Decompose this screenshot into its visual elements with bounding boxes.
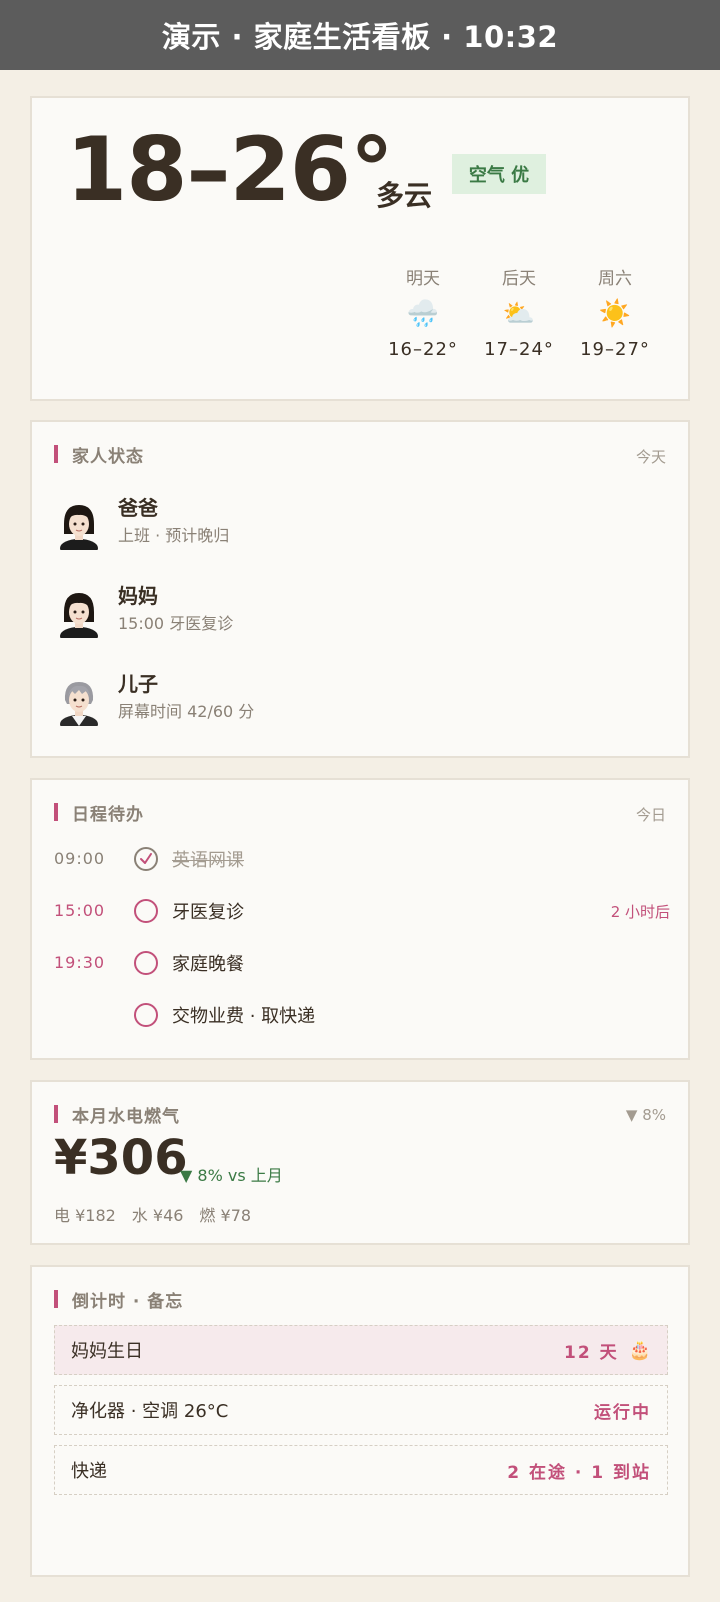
task-item[interactable]: 15:00 牙医复诊 2 小时后 — [54, 897, 670, 927]
family-member-son[interactable]: 儿子 屏幕时间 42/60 分 — [54, 668, 654, 738]
avatar — [60, 505, 98, 550]
temperature-range: 18–26° — [66, 118, 394, 221]
section-header: 本月水电燃气 — [54, 1104, 180, 1127]
avatar — [60, 593, 98, 638]
task-checkbox[interactable] — [134, 847, 158, 871]
forecast-day: 周六 ☀️ 19–27° — [570, 264, 660, 360]
member-status: 15:00 牙医复诊 — [118, 614, 234, 633]
member-name: 爸爸 — [118, 496, 158, 520]
accent-bar — [54, 1290, 58, 1308]
section-header: 倒计时 · 备忘 — [54, 1289, 184, 1312]
task-text: 交物业费 · 取快递 — [172, 1006, 316, 1027]
task-time: 19:30 — [54, 953, 106, 972]
countdown-label: 妈妈生日 — [71, 1341, 143, 1362]
section-header: 家人状态 — [54, 444, 144, 467]
forecast-day-label: 明天 — [406, 269, 440, 289]
countdown-value: 运行中 — [594, 1402, 651, 1423]
forecast-temp: 16–22° — [388, 339, 458, 360]
accent-bar — [54, 445, 58, 463]
section-title: 家人状态 — [72, 446, 144, 467]
utilities-total: ¥306 — [54, 1130, 188, 1186]
countdown-label: 快递 — [71, 1461, 107, 1482]
page-title: 演示 · 家庭生活看板 · 10:32 — [161, 20, 559, 54]
countdown-value: 2 在途 · 1 到站 — [507, 1462, 651, 1483]
member-status: 屏幕时间 42/60 分 — [118, 702, 255, 721]
accent-bar — [54, 803, 58, 821]
member-name: 儿子 — [118, 672, 158, 696]
section-date: 今日 — [635, 806, 666, 824]
task-text: 家庭晚餐 — [172, 954, 244, 975]
countdown-label: 净化器 · 空调 26°C — [71, 1401, 229, 1422]
partly-cloudy-icon: ⛅ — [502, 299, 536, 329]
family-member-dad[interactable]: 爸爸 上班 · 预计晚归 — [54, 492, 654, 562]
change-summary: ▼ 8% — [625, 1106, 666, 1124]
family-status-card: 家人状态 今天 爸爸 上班 · 预计晚归 妈妈 15:00 牙医复诊 儿子 屏幕… — [30, 420, 690, 758]
avatar — [60, 682, 98, 726]
accent-bar — [54, 1105, 58, 1123]
section-title: 本月水电燃气 — [72, 1106, 180, 1127]
countdown-row-delivery[interactable]: 快递 2 在途 · 1 到站 — [54, 1445, 668, 1495]
rain-cloud-icon: 🌧️ — [406, 299, 440, 329]
forecast-day: 后天 ⛅ 17–24° — [474, 264, 564, 360]
task-item[interactable]: 交物业费 · 取快递 — [54, 1001, 670, 1031]
section-title: 日程待办 — [72, 804, 144, 825]
forecast-temp: 19–27° — [580, 339, 650, 360]
task-time: 09:00 — [54, 849, 106, 868]
schedule-card: 日程待办 今日 09:00 英语网课 15:00 牙医复诊 2 小时后 19:3… — [30, 778, 690, 1060]
countdown-value: 12 天 — [564, 1342, 619, 1363]
task-checkbox[interactable] — [134, 951, 158, 975]
sun-icon: ☀️ — [598, 299, 632, 329]
task-item[interactable]: 09:00 英语网课 — [54, 845, 670, 875]
task-text: 英语网课 — [172, 850, 244, 871]
utilities-card[interactable]: 本月水电燃气 ▼ 8% ¥306 ▼ 8% vs 上月 电 ¥182 水 ¥46… — [30, 1080, 690, 1245]
utilities-change: ▼ 8% vs 上月 — [180, 1166, 283, 1185]
member-status: 上班 · 预计晚归 — [118, 526, 230, 545]
section-title: 倒计时 · 备忘 — [72, 1291, 184, 1312]
family-member-mom[interactable]: 妈妈 15:00 牙医复诊 — [54, 580, 654, 650]
air-quality-badge: 空气 优 — [452, 154, 546, 194]
countdown-card: 倒计时 · 备忘 妈妈生日 12 天 🎂 净化器 · 空调 26°C 运行中 快… — [30, 1265, 690, 1577]
forecast-day-label: 后天 — [502, 269, 536, 289]
countdown-row-birthday[interactable]: 妈妈生日 12 天 🎂 — [54, 1325, 668, 1375]
forecast-day-label: 周六 — [598, 269, 632, 289]
section-header: 日程待办 — [54, 802, 144, 825]
task-checkbox[interactable] — [134, 899, 158, 923]
member-name: 妈妈 — [118, 584, 158, 608]
weather-card[interactable]: 18–26° 多云 空气 优 明天 🌧️ 16–22° 后天 ⛅ 17–24° … — [30, 96, 690, 401]
forecast-temp: 17–24° — [484, 339, 554, 360]
cake-icon: 🎂 — [628, 1339, 651, 1361]
checkmark-icon — [140, 853, 152, 864]
weather-condition: 多云 — [376, 179, 433, 212]
task-checkbox[interactable] — [134, 1003, 158, 1027]
forecast-day: 明天 🌧️ 16–22° — [378, 264, 468, 360]
countdown-row-purifier[interactable]: 净化器 · 空调 26°C 运行中 — [54, 1385, 668, 1435]
task-text: 牙医复诊 — [172, 902, 244, 923]
utilities-breakdown: 电 ¥182 水 ¥46 燃 ¥78 — [54, 1206, 252, 1225]
task-note: 2 小时后 — [610, 903, 670, 921]
section-date: 今天 — [635, 448, 666, 466]
task-item[interactable]: 19:30 家庭晚餐 — [54, 949, 670, 979]
top-bar: 演示 · 家庭生活看板 · 10:32 — [0, 0, 720, 70]
task-time: 15:00 — [54, 901, 106, 920]
